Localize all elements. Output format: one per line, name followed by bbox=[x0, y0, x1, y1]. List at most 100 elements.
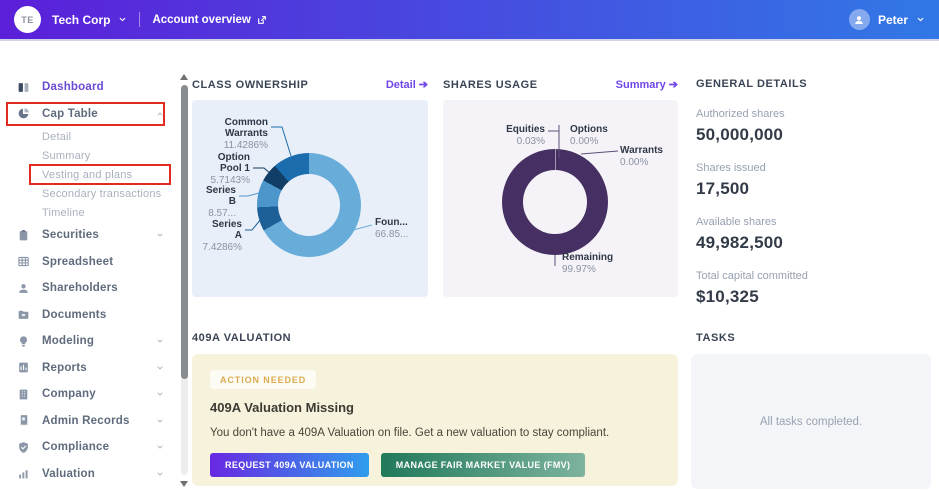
org-chevron-down-icon[interactable] bbox=[118, 15, 127, 24]
chevron-down-icon[interactable] bbox=[156, 438, 164, 456]
user-chevron-down-icon[interactable] bbox=[916, 15, 925, 24]
sidebar-item-securities[interactable]: Securities bbox=[0, 222, 178, 249]
stat-total-capital-committed: Total capital committed $10,325 bbox=[696, 270, 931, 307]
chevron-down-icon[interactable] bbox=[156, 359, 164, 377]
slice-label-founders: Foun...66.85... bbox=[375, 217, 427, 240]
action-needed-badge: ACTION NEEDED bbox=[210, 370, 316, 389]
slice-percentage: 66.85... bbox=[375, 229, 427, 240]
sidebar-item-shareholders[interactable]: Shareholders bbox=[0, 275, 178, 302]
sidebar-subitem-label: Timeline bbox=[42, 207, 85, 219]
chevron-down-icon[interactable] bbox=[156, 226, 164, 244]
class-ownership-chart-panel: Foun...66.85...Series A7.4286%Series B8.… bbox=[192, 100, 428, 297]
stat-label: Total capital committed bbox=[696, 270, 931, 282]
sidebar-item-documents[interactable]: Documents bbox=[0, 302, 178, 329]
sidebar-subitem-secondary-transactions[interactable]: Secondary transactions bbox=[0, 184, 178, 203]
sidebar-item-label: Valuation bbox=[42, 468, 95, 480]
slice-name: Warrants bbox=[620, 145, 678, 156]
securities-icon bbox=[17, 229, 30, 242]
chevron-down-icon[interactable] bbox=[156, 385, 164, 403]
dashboard-icon bbox=[17, 81, 30, 94]
org-logo[interactable]: TE bbox=[14, 6, 41, 33]
sidebar-item-modeling[interactable]: Modeling bbox=[0, 328, 178, 355]
sidebar-item-spreadsheet[interactable]: Spreadsheet bbox=[0, 249, 178, 276]
sidebar-item-label: Documents bbox=[42, 309, 106, 321]
sidebar-item-valuation[interactable]: Valuation bbox=[0, 461, 178, 488]
chevron-down-icon[interactable] bbox=[156, 332, 164, 350]
stat-shares-issued: Shares issued 17,500 bbox=[696, 162, 931, 199]
slice-label-remaining: Remaining99.97% bbox=[562, 252, 632, 275]
slice-percentage: 7.4286% bbox=[196, 242, 242, 253]
sidebar-subitem-vesting-and-plans[interactable]: Vesting and plans bbox=[0, 165, 178, 184]
shares-usage-summary-link[interactable]: Summary➔ bbox=[616, 78, 678, 91]
slice-percentage: 8.57... bbox=[196, 208, 236, 219]
sidebar-item-label: Securities bbox=[42, 229, 99, 241]
tasks-panel: All tasks completed. bbox=[691, 354, 931, 489]
sidebar-item-label: Shareholders bbox=[42, 282, 118, 294]
slice-label-series-a: Series A7.4286% bbox=[196, 219, 242, 253]
valuation-icon bbox=[17, 467, 30, 480]
chevron-down-icon[interactable] bbox=[156, 412, 164, 430]
sidebar-item-reports[interactable]: Reports bbox=[0, 355, 178, 382]
stat-value: 50,000,000 bbox=[696, 125, 931, 145]
stat-label: Shares issued bbox=[696, 162, 931, 174]
sidebar-subitem-label: Secondary transactions bbox=[42, 188, 161, 200]
sidebar-item-admin-records[interactable]: Admin Records bbox=[0, 408, 178, 435]
sidebar-subitem-timeline[interactable]: Timeline bbox=[0, 203, 178, 222]
slice-label-series-b: Series B8.57... bbox=[196, 185, 236, 219]
sidebar-subitem-label: Detail bbox=[42, 131, 71, 143]
donut-hole bbox=[278, 174, 340, 236]
org-name[interactable]: Tech Corp bbox=[52, 13, 110, 27]
tasks-empty-message: All tasks completed. bbox=[760, 416, 862, 428]
slice-name: Options bbox=[570, 124, 630, 135]
sidebar-item-label: Modeling bbox=[42, 335, 94, 347]
manage-fmv-button[interactable]: MANAGE FAIR MARKET VALUE (FMV) bbox=[381, 453, 586, 477]
donut-hole bbox=[523, 170, 587, 234]
person-icon bbox=[853, 14, 865, 26]
arrow-right-icon: ➔ bbox=[419, 78, 428, 91]
slice-name: Equities bbox=[443, 124, 545, 135]
cap-table-icon bbox=[17, 107, 30, 120]
slice-percentage: 5.7143% bbox=[196, 175, 250, 186]
stat-label: Available shares bbox=[696, 216, 931, 228]
slice-name: Option Pool 1 bbox=[196, 152, 250, 174]
slice-percentage: 11.4286% bbox=[196, 140, 268, 151]
sidebar-item-label: Spreadsheet bbox=[42, 256, 113, 268]
stat-value: 17,500 bbox=[696, 179, 931, 199]
valuation-409a-card: ACTION NEEDED 409A Valuation Missing You… bbox=[192, 354, 678, 486]
arrow-right-icon: ➔ bbox=[669, 78, 678, 91]
slice-name: Remaining bbox=[562, 252, 632, 263]
class-ownership-detail-link[interactable]: Detail➔ bbox=[386, 78, 428, 91]
scroll-down-arrow-icon[interactable] bbox=[180, 481, 188, 487]
account-overview-link[interactable]: Account overview bbox=[152, 14, 266, 26]
sidebar-subitem-detail[interactable]: Detail bbox=[0, 127, 178, 146]
sidebar-item-compliance[interactable]: Compliance bbox=[0, 434, 178, 461]
sidebar-subitem-label: Vesting and plans bbox=[42, 169, 132, 181]
stat-value: 49,982,500 bbox=[696, 233, 931, 253]
request-409a-valuation-button[interactable]: REQUEST 409A VALUATION bbox=[210, 453, 369, 477]
sidebar-subitem-label: Summary bbox=[42, 150, 90, 162]
slice-name: Foun... bbox=[375, 217, 427, 228]
sidebar-nav: DashboardCap Table Detail Summary Vesting a… bbox=[0, 43, 178, 491]
sidebar-item-company[interactable]: Company bbox=[0, 381, 178, 408]
general-details-title: GENERAL DETAILS bbox=[696, 78, 931, 90]
sidebar-scrollbar[interactable] bbox=[178, 72, 190, 491]
slice-label-common-warrants: Common Warrants11.4286% bbox=[196, 117, 268, 151]
chevron-up-icon[interactable] bbox=[156, 105, 164, 123]
slice-label-warrants: Warrants0.00% bbox=[620, 145, 678, 168]
class-ownership-title: CLASS OWNERSHIP bbox=[192, 79, 308, 91]
user-menu[interactable]: Peter bbox=[849, 9, 925, 30]
sidebar-item-label: Compliance bbox=[42, 441, 109, 453]
scroll-up-arrow-icon[interactable] bbox=[180, 74, 188, 80]
chevron-down-icon[interactable] bbox=[156, 465, 164, 483]
sidebar-subitem-summary[interactable]: Summary bbox=[0, 146, 178, 165]
slice-label-options: Options0.00% bbox=[570, 124, 630, 147]
scrollbar-thumb[interactable] bbox=[181, 85, 188, 379]
sidebar-item-dashboard[interactable]: Dashboard bbox=[0, 74, 178, 101]
slice-percentage: 0.00% bbox=[620, 157, 678, 168]
donut-chart bbox=[257, 153, 361, 257]
sidebar-item-cap-table[interactable]: Cap Table bbox=[0, 101, 178, 128]
stat-authorized-shares: Authorized shares 50,000,000 bbox=[696, 108, 931, 145]
valuation-missing-body: You don't have a 409A Valuation on file.… bbox=[210, 427, 660, 439]
slice-name: Series B bbox=[196, 185, 236, 207]
slice-label-option-pool-1: Option Pool 15.7143% bbox=[196, 152, 250, 186]
